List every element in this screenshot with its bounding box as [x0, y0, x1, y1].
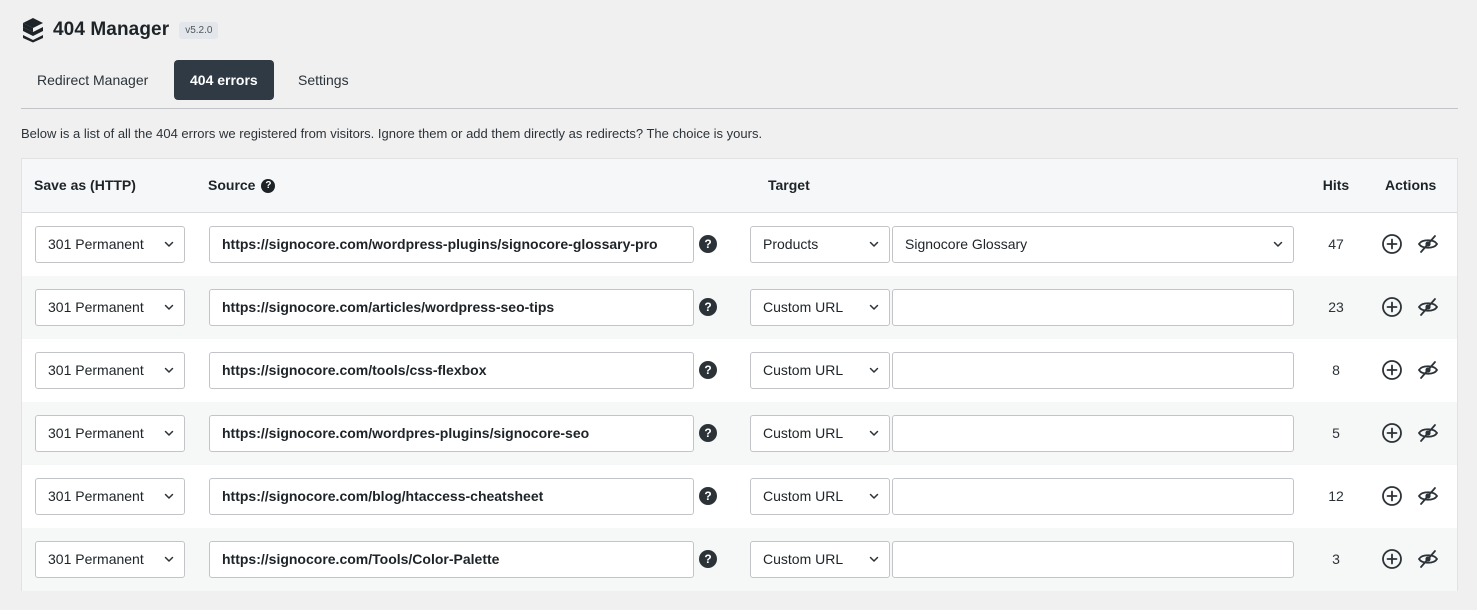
question-circle-icon[interactable]: ?: [699, 487, 717, 505]
chevron-down-icon: [869, 367, 879, 373]
plus-circle-icon[interactable]: [1381, 548, 1403, 570]
save-as-select[interactable]: 301 Permanent: [35, 352, 185, 389]
hits-count: 3: [1332, 551, 1340, 567]
save-as-select[interactable]: 301 Permanent: [35, 478, 185, 515]
save-as-value: 301 Permanent: [48, 488, 144, 504]
target-type-value: Custom URL: [763, 551, 844, 567]
table-row: 301 Permanent https://signocore.com/blog/…: [22, 465, 1457, 528]
column-header-hits: Hits: [1322, 177, 1350, 193]
column-header-save-as: Save as (HTTP): [34, 177, 136, 193]
target-value-select[interactable]: Signocore Glossary: [892, 226, 1294, 263]
question-circle-icon[interactable]: ?: [699, 235, 717, 253]
chevron-down-icon: [869, 493, 879, 499]
target-type-select[interactable]: Custom URL: [750, 415, 890, 452]
hits-count: 47: [1328, 236, 1344, 252]
chevron-down-icon: [164, 304, 174, 310]
save-as-select[interactable]: 301 Permanent: [35, 541, 185, 578]
question-circle-icon[interactable]: ?: [699, 361, 717, 379]
tab-bar: Redirect Manager 404 errors Settings: [21, 60, 1458, 109]
target-type-value: Custom URL: [763, 299, 844, 315]
tab-404-errors[interactable]: 404 errors: [174, 60, 274, 100]
version-badge: v5.2.0: [179, 21, 219, 39]
eye-slash-icon[interactable]: [1417, 233, 1439, 255]
eye-slash-icon[interactable]: [1417, 359, 1439, 381]
save-as-value: 301 Permanent: [48, 425, 144, 441]
table-row: 301 Permanent https://signocore.com/Tools…: [22, 528, 1457, 591]
save-as-select[interactable]: 301 Permanent: [35, 289, 185, 326]
table-row: 301 Permanent https://signocore.com/wordp…: [22, 213, 1457, 276]
plus-circle-icon[interactable]: [1381, 359, 1403, 381]
eye-slash-icon[interactable]: [1417, 296, 1439, 318]
source-url-field[interactable]: https://signocore.com/wordpress-plugins/…: [209, 226, 694, 263]
column-header-source: Source?: [208, 159, 276, 212]
hits-count: 5: [1332, 425, 1340, 441]
save-as-select[interactable]: 301 Permanent: [35, 415, 185, 452]
question-circle-icon[interactable]: ?: [261, 179, 276, 194]
target-type-value: Products: [763, 236, 819, 252]
column-header-source-label: Source: [208, 177, 256, 193]
target-type-select[interactable]: Custom URL: [750, 289, 890, 326]
plus-circle-icon[interactable]: [1381, 422, 1403, 444]
target-type-select[interactable]: Products: [750, 226, 890, 263]
question-circle-icon[interactable]: ?: [699, 424, 717, 442]
tab-redirect-manager[interactable]: Redirect Manager: [21, 60, 164, 100]
source-url-field[interactable]: https://signocore.com/blog/htaccess-chea…: [209, 478, 694, 515]
target-type-select[interactable]: Custom URL: [750, 352, 890, 389]
table-header: Save as (HTTP) Source? Target Hits Actio…: [22, 159, 1457, 213]
source-url-field[interactable]: https://signocore.com/wordpres-plugins/s…: [209, 415, 694, 452]
target-type-select[interactable]: Custom URL: [750, 478, 890, 515]
save-as-select[interactable]: 301 Permanent: [35, 226, 185, 263]
table-row: 301 Permanent https://signocore.com/wordp…: [22, 402, 1457, 465]
table-row: 301 Permanent https://signocore.com/artic…: [22, 276, 1457, 339]
chevron-down-icon: [869, 241, 879, 247]
target-value: Signocore Glossary: [905, 236, 1028, 252]
plus-circle-icon[interactable]: [1381, 296, 1403, 318]
chevron-down-icon: [1273, 241, 1283, 247]
save-as-value: 301 Permanent: [48, 236, 144, 252]
hits-count: 8: [1332, 362, 1340, 378]
tab-settings[interactable]: Settings: [282, 60, 365, 100]
eye-slash-icon[interactable]: [1417, 485, 1439, 507]
target-url-field[interactable]: [892, 415, 1294, 452]
target-type-value: Custom URL: [763, 362, 844, 378]
chevron-down-icon: [869, 304, 879, 310]
app-title: 404 Manager: [53, 19, 170, 40]
table-row: 301 Permanent https://signocore.com/tools…: [22, 339, 1457, 402]
target-url-field[interactable]: [892, 352, 1294, 389]
question-circle-icon[interactable]: ?: [699, 298, 717, 316]
target-url-field[interactable]: [892, 478, 1294, 515]
source-url-field[interactable]: https://signocore.com/tools/css-flexbox: [209, 352, 694, 389]
target-type-value: Custom URL: [763, 488, 844, 504]
chevron-down-icon: [869, 430, 879, 436]
chevron-down-icon: [869, 556, 879, 562]
logo-icon: [23, 18, 43, 43]
page-description: Below is a list of all the 404 errors we…: [21, 126, 763, 141]
source-url-field[interactable]: https://signocore.com/articles/wordpress…: [209, 289, 694, 326]
chevron-down-icon: [164, 241, 174, 247]
chevron-down-icon: [164, 430, 174, 436]
column-header-actions: Actions: [1385, 177, 1437, 193]
target-url-field[interactable]: [892, 289, 1294, 326]
source-url-field[interactable]: https://signocore.com/Tools/Color-Palett…: [209, 541, 694, 578]
column-header-target: Target: [768, 177, 810, 193]
app-header: 404 Manager v5.2.0: [21, 16, 219, 44]
errors-table: Save as (HTTP) Source? Target Hits Actio…: [21, 158, 1458, 591]
save-as-value: 301 Permanent: [48, 551, 144, 567]
hits-count: 23: [1328, 299, 1344, 315]
save-as-value: 301 Permanent: [48, 299, 144, 315]
plus-circle-icon[interactable]: [1381, 485, 1403, 507]
target-type-value: Custom URL: [763, 425, 844, 441]
question-circle-icon[interactable]: ?: [699, 550, 717, 568]
hits-count: 12: [1328, 488, 1344, 504]
plus-circle-icon[interactable]: [1381, 233, 1403, 255]
eye-slash-icon[interactable]: [1417, 422, 1439, 444]
eye-slash-icon[interactable]: [1417, 548, 1439, 570]
chevron-down-icon: [164, 556, 174, 562]
chevron-down-icon: [164, 367, 174, 373]
target-url-field[interactable]: [892, 541, 1294, 578]
chevron-down-icon: [164, 493, 174, 499]
target-type-select[interactable]: Custom URL: [750, 541, 890, 578]
save-as-value: 301 Permanent: [48, 362, 144, 378]
